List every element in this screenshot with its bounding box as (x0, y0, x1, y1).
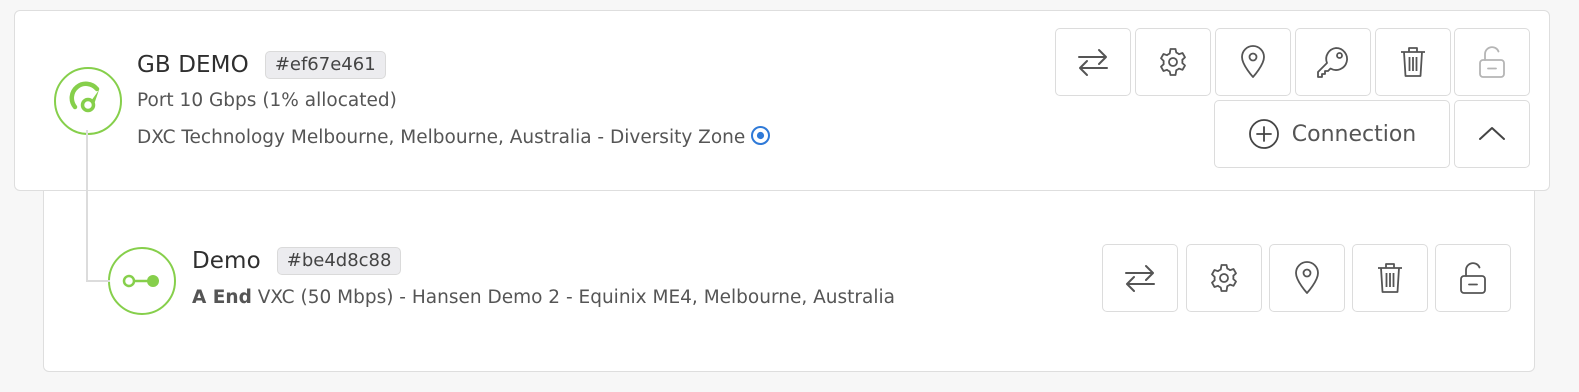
port-status-icon (54, 67, 122, 135)
chevron-up-icon (1479, 127, 1505, 140)
port-speed-line: Port 10 Gbps (1% allocated) (137, 90, 397, 111)
port-key-button[interactable] (1295, 28, 1371, 96)
port-transfer-button[interactable] (1055, 28, 1131, 96)
transfer-icon (1125, 265, 1155, 292)
plus-circle-icon (1248, 119, 1279, 149)
tree-connector-horizontal (86, 280, 110, 282)
vxc-end-label: A End (192, 287, 252, 308)
add-connection-label: Connection (1291, 121, 1417, 147)
collapse-button[interactable] (1454, 100, 1530, 168)
vxc-lock-button[interactable] (1435, 244, 1511, 312)
port-uid-badge[interactable]: #ef67e461 (264, 51, 386, 79)
port-location-text: DXC Technology Melbourne, Melbourne, Aus… (137, 127, 746, 148)
trash-icon (1378, 263, 1402, 293)
gear-icon (1160, 48, 1186, 76)
add-connection-button[interactable]: Connection (1214, 100, 1450, 168)
map-pin-icon (1241, 45, 1265, 78)
vxc-description-text: VXC (50 Mbps) - Hansen Demo 2 - Equinix … (257, 287, 895, 308)
tree-connector-vertical (86, 130, 88, 282)
unlock-icon (1460, 262, 1486, 294)
gear-icon (1211, 264, 1237, 292)
vxc-name: Demo (192, 248, 261, 274)
speedometer-icon (69, 81, 100, 113)
map-pin-icon (1295, 261, 1319, 294)
port-location-line: DXC Technology Melbourne, Melbourne, Aus… (137, 125, 771, 148)
vxc-transfer-button[interactable] (1102, 244, 1178, 312)
vxc-card: Demo #be4d8c88 A End VXC (50 Mbps) - Han… (43, 180, 1535, 372)
vxc-delete-button[interactable] (1352, 244, 1428, 312)
port-delete-button[interactable] (1375, 28, 1451, 96)
vxc-location-button[interactable] (1269, 244, 1345, 312)
port-name: GB DEMO (137, 52, 249, 78)
port-lock-button[interactable] (1454, 28, 1530, 96)
unlock-icon (1479, 46, 1505, 78)
diversity-zone-icon (750, 125, 771, 146)
vxc-settings-button[interactable] (1186, 244, 1262, 312)
vxc-uid-badge[interactable]: #be4d8c88 (276, 247, 402, 275)
key-icon (1317, 47, 1348, 78)
port-settings-button[interactable] (1135, 28, 1211, 96)
trash-icon (1401, 47, 1425, 77)
vxc-description: A End VXC (50 Mbps) - Hansen Demo 2 - Eq… (192, 287, 895, 308)
port-card: GB DEMO #ef67e461 Port 10 Gbps (1% alloc… (14, 10, 1550, 191)
vxc-connection-icon (122, 274, 159, 288)
transfer-icon (1078, 49, 1108, 76)
port-location-button[interactable] (1215, 28, 1291, 96)
vxc-status-icon (108, 247, 176, 315)
